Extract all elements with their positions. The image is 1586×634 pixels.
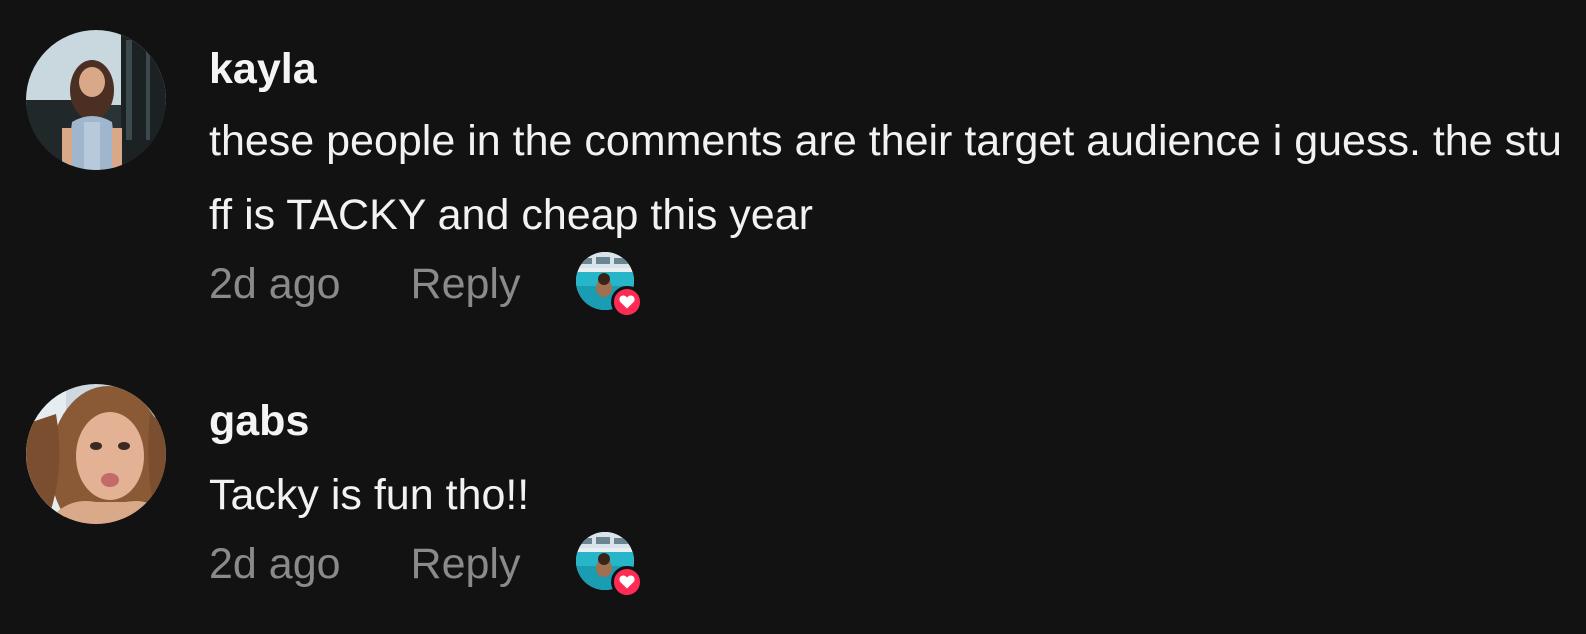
creator-liked-indicator[interactable] [576,252,644,318]
heart-icon [611,566,644,598]
comment-timestamp: 2d ago [209,539,341,588]
avatar[interactable] [26,30,166,170]
creator-liked-indicator[interactable] [576,532,644,598]
comment-meta: 2d ago Reply [209,252,644,318]
heart-icon [611,286,644,318]
comment-timestamp: 2d ago [209,259,341,308]
comment-username[interactable]: kayla [209,44,317,94]
avatar[interactable] [26,384,166,524]
reply-button[interactable]: Reply [411,540,521,589]
comment-meta: 2d ago Reply [209,532,644,598]
comment-text: these people in the comments are their t… [209,117,1562,239]
comment-text: Tacky is fun tho!! [209,471,530,519]
comment-username[interactable]: gabs [209,396,309,446]
reply-button[interactable]: Reply [411,260,521,309]
